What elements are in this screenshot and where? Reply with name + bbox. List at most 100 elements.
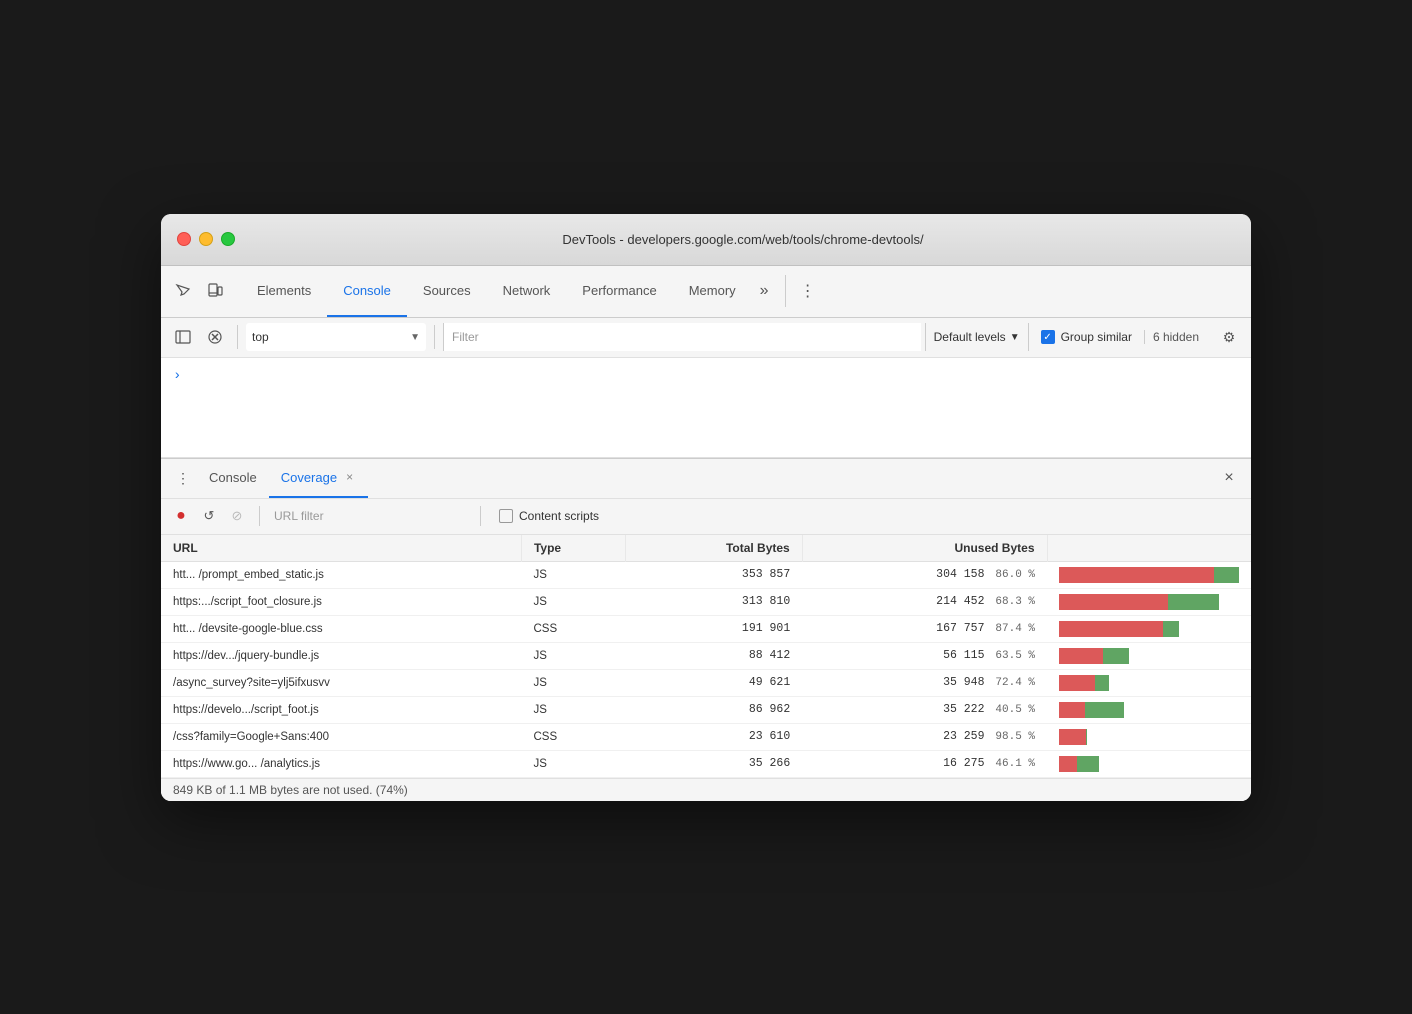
cell-unused-bytes: 304 158 86.0 %	[802, 561, 1047, 588]
cell-bar	[1047, 696, 1251, 723]
cell-type: JS	[521, 669, 625, 696]
group-similar-checkbox[interactable]: ✓	[1041, 330, 1055, 344]
content-scripts-checkbox[interactable]	[499, 509, 513, 523]
traffic-lights	[177, 232, 235, 246]
bottom-tab-console[interactable]: Console	[197, 458, 269, 498]
bar-unused	[1103, 648, 1129, 664]
cell-total-bytes: 35 266	[625, 750, 802, 777]
cell-unused-bytes: 35 222 40.5 %	[802, 696, 1047, 723]
bottom-panel-more-menu[interactable]: ⋮	[169, 458, 197, 498]
console-settings-button[interactable]: ⚙	[1215, 323, 1243, 351]
bottom-panel-close-button[interactable]: ×	[1215, 464, 1243, 492]
tab-sources[interactable]: Sources	[407, 265, 487, 317]
bar-unused	[1168, 594, 1219, 610]
table-row[interactable]: htt... /prompt_embed_static.js JS 353 85…	[161, 561, 1251, 588]
bar-used	[1059, 729, 1086, 745]
context-selector[interactable]: top ▼	[246, 323, 426, 351]
tab-separator	[785, 275, 786, 307]
cell-total-bytes: 23 610	[625, 723, 802, 750]
cell-type: CSS	[521, 723, 625, 750]
cell-url: htt... /prompt_embed_static.js	[161, 561, 521, 588]
tab-overflow-button[interactable]: »	[752, 265, 777, 317]
table-row[interactable]: https://dev.../jquery-bundle.js JS 88 41…	[161, 642, 1251, 669]
col-header-unused-bytes: Unused Bytes	[802, 535, 1047, 562]
cell-unused-bytes: 56 115 63.5 %	[802, 642, 1047, 669]
col-header-bar	[1047, 535, 1251, 562]
col-header-url: URL	[161, 535, 521, 562]
bottom-tab-coverage[interactable]: Coverage ×	[269, 458, 368, 498]
hidden-count-badge: 6 hidden	[1144, 330, 1207, 344]
bar-unused	[1085, 702, 1124, 718]
devtools-container: Elements Console Sources Network Perform…	[161, 266, 1251, 801]
cell-url: htt... /devsite-google-blue.css	[161, 615, 521, 642]
inspect-icon[interactable]	[169, 277, 197, 305]
console-filter-input[interactable]	[443, 323, 921, 351]
coverage-reload-button[interactable]: ↺	[197, 504, 221, 528]
console-toolbar: top ▼ Default levels ▼ ✓ Group similar 6…	[161, 318, 1251, 358]
bar-used	[1059, 756, 1077, 772]
bar-used	[1059, 675, 1095, 691]
col-header-total-bytes: Total Bytes	[625, 535, 802, 562]
cell-total-bytes: 353 857	[625, 561, 802, 588]
bar-unused	[1214, 567, 1239, 583]
minimize-button[interactable]	[199, 232, 213, 246]
console-prompt-arrow[interactable]: ›	[173, 368, 181, 384]
tab-performance[interactable]: Performance	[566, 265, 672, 317]
tab-network[interactable]: Network	[487, 265, 567, 317]
default-levels-button[interactable]: Default levels ▼	[925, 323, 1029, 351]
device-icon[interactable]	[201, 277, 229, 305]
cell-total-bytes: 49 621	[625, 669, 802, 696]
toolbar-separator-2	[434, 325, 435, 349]
clear-console-button[interactable]	[201, 323, 229, 351]
bar-used	[1059, 621, 1163, 637]
content-scripts-label[interactable]: Content scripts	[499, 509, 599, 523]
cell-url: https://dev.../jquery-bundle.js	[161, 642, 521, 669]
cell-unused-bytes: 35 948 72.4 %	[802, 669, 1047, 696]
group-similar-checkbox-label[interactable]: ✓ Group similar	[1033, 330, 1140, 344]
cell-type: JS	[521, 750, 625, 777]
cell-unused-bytes: 23 259 98.5 %	[802, 723, 1047, 750]
window-title: DevTools - developers.google.com/web/too…	[251, 232, 1235, 247]
table-row[interactable]: /async_survey?site=ylj5ifxusvv JS 49 621…	[161, 669, 1251, 696]
bar-used	[1059, 594, 1168, 610]
tab-console[interactable]: Console	[327, 265, 407, 317]
devtools-more-menu[interactable]: ⋮	[794, 277, 822, 305]
cell-total-bytes: 86 962	[625, 696, 802, 723]
tab-memory[interactable]: Memory	[673, 265, 752, 317]
cell-total-bytes: 88 412	[625, 642, 802, 669]
tab-elements[interactable]: Elements	[241, 265, 327, 317]
cov-separator-1	[259, 506, 260, 526]
bar-unused	[1095, 675, 1109, 691]
coverage-table-body: htt... /prompt_embed_static.js JS 353 85…	[161, 561, 1251, 777]
table-row[interactable]: https://develo.../script_foot.js JS 86 9…	[161, 696, 1251, 723]
coverage-stop-button[interactable]: ⊘	[225, 504, 249, 528]
bar-unused	[1077, 756, 1099, 772]
cell-type: JS	[521, 561, 625, 588]
coverage-url-filter-input[interactable]	[270, 507, 470, 525]
show-console-sidebar-button[interactable]	[169, 323, 197, 351]
table-row[interactable]: https://www.go... /analytics.js JS 35 26…	[161, 750, 1251, 777]
cell-url: https://develo.../script_foot.js	[161, 696, 521, 723]
cov-separator-2	[480, 506, 481, 526]
coverage-tab-close[interactable]: ×	[343, 469, 356, 485]
cell-total-bytes: 313 810	[625, 588, 802, 615]
maximize-button[interactable]	[221, 232, 235, 246]
coverage-table-container: URL Type Total Bytes Unused Bytes htt...…	[161, 535, 1251, 778]
table-row[interactable]: /css?family=Google+Sans:400 CSS 23 610 2…	[161, 723, 1251, 750]
cell-bar	[1047, 642, 1251, 669]
coverage-record-button[interactable]: ●	[169, 504, 193, 528]
cell-bar	[1047, 669, 1251, 696]
tab-bar-icons	[169, 277, 229, 305]
cell-unused-bytes: 167 757 87.4 %	[802, 615, 1047, 642]
close-button[interactable]	[177, 232, 191, 246]
table-row[interactable]: https:.../script_foot_closure.js JS 313 …	[161, 588, 1251, 615]
cell-total-bytes: 191 901	[625, 615, 802, 642]
coverage-table: URL Type Total Bytes Unused Bytes htt...…	[161, 535, 1251, 778]
cell-type: JS	[521, 588, 625, 615]
cell-unused-bytes: 16 275 46.1 %	[802, 750, 1047, 777]
bar-used	[1059, 567, 1214, 583]
cell-bar	[1047, 750, 1251, 777]
table-row[interactable]: htt... /devsite-google-blue.css CSS 191 …	[161, 615, 1251, 642]
col-header-type: Type	[521, 535, 625, 562]
cell-url: /async_survey?site=ylj5ifxusvv	[161, 669, 521, 696]
